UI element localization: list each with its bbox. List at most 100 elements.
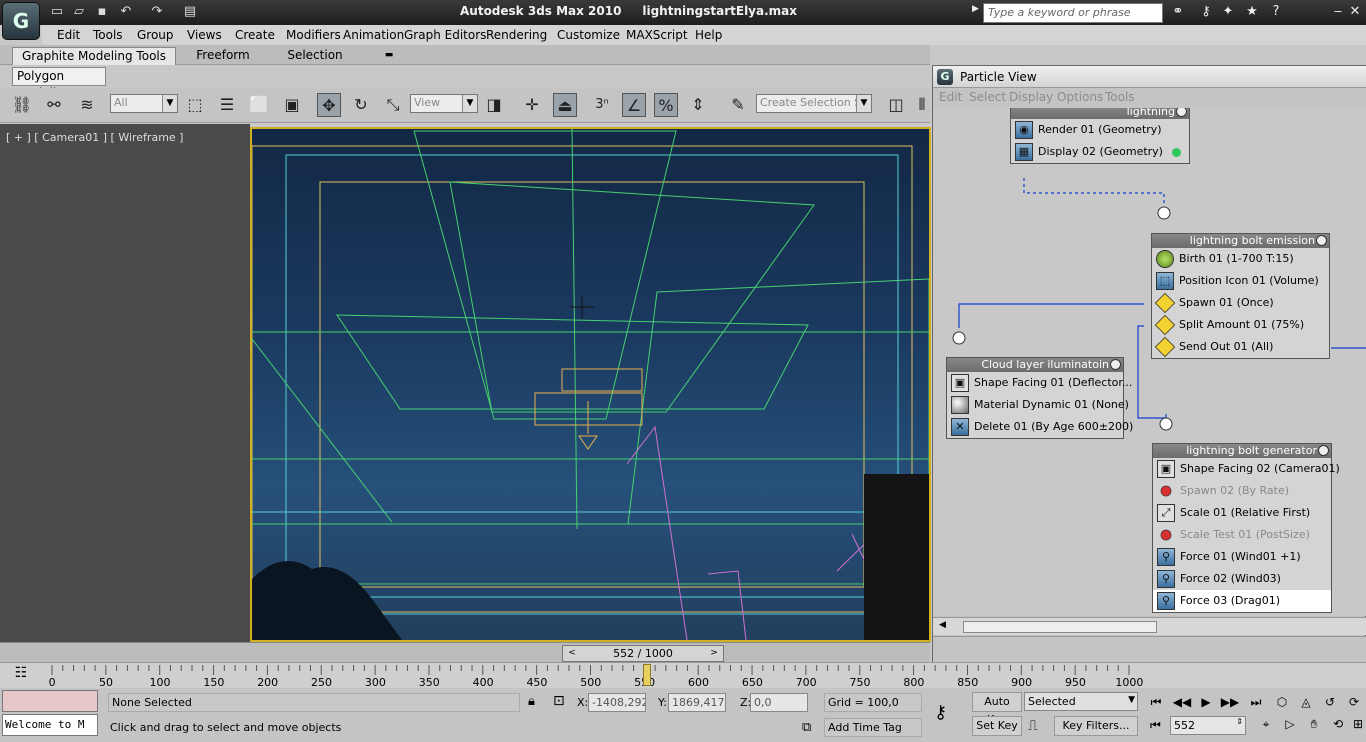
new-file-icon[interactable]: ▭ [47, 3, 67, 21]
bind-space-warp-icon[interactable]: ≋ [75, 93, 99, 117]
scroll-left-icon[interactable]: ◀ [939, 620, 946, 630]
frame-spinner-icon[interactable]: ⇕ [1236, 717, 1243, 726]
event-lightning-header[interactable]: lightning [1011, 108, 1189, 119]
ribbon-options-dropdown[interactable]: ▬ [382, 47, 396, 65]
search-expand-icon[interactable]: ▶ [972, 4, 982, 21]
y-coordinate-field[interactable]: 1869,417 [668, 693, 726, 712]
project-folder-icon[interactable]: ▤ [180, 3, 200, 21]
operator-force-2[interactable]: ⚲ Force 02 (Wind03) [1153, 568, 1331, 590]
field-of-view-icon[interactable]: ◬ [1296, 693, 1316, 711]
menu-views[interactable]: Views [187, 28, 222, 42]
next-frame-icon[interactable]: ▶▶ [1220, 693, 1240, 711]
operator-force-1[interactable]: ⚲ Force 01 (Wind01 +1) [1153, 546, 1331, 568]
play-icon[interactable]: ▶ [1196, 693, 1216, 711]
x-coordinate-field[interactable]: -1408,292 [588, 693, 646, 712]
operator-display[interactable]: ▦ Display 02 (Geometry) [1011, 141, 1189, 163]
time-config-icon[interactable]: ⏮ [1150, 718, 1161, 733]
menu-edit[interactable]: Edit [57, 28, 80, 42]
pv-menu-tools[interactable]: Tools [1105, 90, 1135, 104]
tab-freeform[interactable]: Freeform [182, 47, 264, 65]
auto-key-button[interactable]: Auto Key [972, 692, 1022, 726]
select-and-scale-icon[interactable]: ⤡ [381, 93, 405, 117]
pv-menu-display[interactable]: Display [1009, 90, 1053, 104]
hand-pan-icon[interactable]: ✋︎ [1304, 715, 1324, 733]
pv-menu-select[interactable]: Select [969, 90, 1006, 104]
key-tangent-icon[interactable]: ⎍ [1028, 718, 1038, 734]
operator-scale-test[interactable]: Scale Test 01 (PostSize) [1153, 524, 1331, 546]
lock-selection-icon[interactable]: 🔒︎ [528, 694, 535, 709]
named-selection-set-dropdown[interactable]: Create Selection Se ▼ [756, 94, 872, 113]
track-bar[interactable]: ☷ 05010015020025030035040045050055060065… [0, 662, 1366, 689]
operator-render[interactable]: ◉ Render 01 (Geometry) [1011, 119, 1189, 141]
key-filters-button[interactable]: Key Filters... [1054, 716, 1138, 736]
operator-delete[interactable]: ✕ Delete 01 (By Age 600±200) [947, 416, 1133, 438]
snaps-toggle-icon[interactable]: 3ⁿ [590, 93, 614, 117]
app-menu-button[interactable]: G [2, 2, 40, 40]
maximize-viewport-icon[interactable]: ⊞ [1348, 715, 1366, 733]
z-coordinate-field[interactable]: 0,0 [750, 693, 808, 712]
select-object-icon[interactable]: ⬚ [183, 93, 207, 117]
time-slider[interactable]: < 552 / 1000 > [0, 642, 930, 662]
menu-group[interactable]: Group [137, 28, 174, 42]
input-socket-emission[interactable] [1157, 206, 1171, 220]
keyboard-shortcut-override-icon[interactable]: ⏏ [553, 93, 577, 117]
operator-scale[interactable]: ⤢ Scale 01 (Relative First) [1153, 502, 1331, 524]
event-emission-header[interactable]: lightning bolt emission [1152, 234, 1329, 248]
add-time-tag-button[interactable]: Add Time Tag [824, 718, 922, 737]
spinner-snap-icon[interactable]: ⇕ [686, 93, 710, 117]
orbit-camera-icon[interactable]: ↺ [1320, 693, 1340, 711]
redo-icon[interactable]: ↷ [147, 3, 167, 21]
pan-icon[interactable]: ⌖ [1256, 715, 1276, 733]
operator-position-icon[interactable]: ⬚ Position Icon 01 (Volume) [1152, 270, 1329, 292]
event-generator-header[interactable]: lightning bolt generator [1153, 444, 1331, 458]
operator-shape-facing-2[interactable]: ▣ Shape Facing 02 (Camera01) [1153, 458, 1340, 480]
next-frame-arrow-icon[interactable]: > [707, 646, 721, 661]
reference-coordinate-dropdown[interactable]: View ▼ [410, 94, 478, 113]
input-socket-cloud[interactable] [952, 331, 966, 345]
current-frame-marker[interactable] [642, 664, 651, 686]
angle-snap-icon[interactable]: ∠ [622, 93, 646, 117]
select-and-rotate-icon[interactable]: ↻ [349, 93, 373, 117]
align-icon[interactable]: ⫴ [910, 93, 934, 117]
light-bulb-icon[interactable] [1176, 108, 1187, 117]
dolly-camera-icon[interactable]: ⟳ [1344, 693, 1364, 711]
menu-tools[interactable]: Tools [93, 28, 123, 42]
truck-camera-icon[interactable]: ▷ [1280, 715, 1300, 733]
window-crossing-icon[interactable]: ▣ [280, 93, 304, 117]
tab-polygon-modeling[interactable]: Polygon Modeling [12, 67, 106, 100]
menu-animation[interactable]: Animation [343, 28, 404, 42]
percent-snap-icon[interactable]: % [654, 93, 678, 117]
previous-frame-icon[interactable]: ◀◀ [1172, 693, 1192, 711]
manipulate-icon[interactable]: ✛ [520, 93, 544, 117]
goto-start-icon[interactable]: ⏮ [1146, 693, 1166, 711]
binoculars-icon[interactable]: ⚭ [1168, 3, 1188, 21]
select-and-move-icon[interactable]: ✥ [317, 93, 341, 117]
light-bulb-icon[interactable] [1110, 359, 1121, 370]
viewport-label[interactable]: [ + ] [ Camera01 ] [ Wireframe ] [6, 131, 183, 144]
menu-graph-editors[interactable]: Graph Editors [404, 28, 486, 42]
rectangular-selection-icon[interactable]: ⬜ [247, 93, 271, 117]
selection-filter-dropdown[interactable]: All ▼ [110, 94, 178, 113]
goto-end-icon[interactable]: ⏭ [1246, 693, 1266, 711]
key-icon[interactable]: ⚷ [1196, 3, 1216, 21]
particle-view-titlebar[interactable]: G Particle View [933, 66, 1366, 88]
pv-menu-options[interactable]: Options [1057, 90, 1103, 104]
particle-view-canvas[interactable]: lightning ◉ Render 01 (Geometry) ▦ Display… [933, 108, 1366, 616]
key-mode-dropdown[interactable]: Selected ▼ [1024, 692, 1138, 711]
operator-force-3[interactable]: ⚲ Force 03 (Drag01) [1153, 590, 1331, 612]
select-by-name-icon[interactable]: ☰ [215, 93, 239, 117]
maxscript-mini-listener-pink[interactable] [2, 690, 98, 712]
camera-viewport[interactable] [250, 127, 931, 642]
maxscript-listener-input[interactable]: Welcome to M [2, 714, 98, 736]
operator-spawn[interactable]: Spawn 01 (Once) [1152, 292, 1329, 314]
time-tag-icon[interactable]: ⧉ [802, 720, 811, 735]
undo-icon[interactable]: ↶ [116, 3, 136, 21]
light-bulb-icon[interactable] [1318, 445, 1329, 456]
set-key-mode-key-icon[interactable]: ⚷ [934, 702, 947, 723]
unlink-icon[interactable]: ⚯ [42, 93, 66, 117]
menu-help[interactable]: Help [695, 28, 722, 42]
operator-shape-facing[interactable]: ▣ Shape Facing 01 (Deflector... [947, 372, 1132, 394]
light-bulb-icon[interactable] [1316, 235, 1327, 246]
save-file-icon[interactable]: ▪ [92, 3, 112, 21]
menu-modifiers[interactable]: Modifiers [286, 28, 341, 42]
